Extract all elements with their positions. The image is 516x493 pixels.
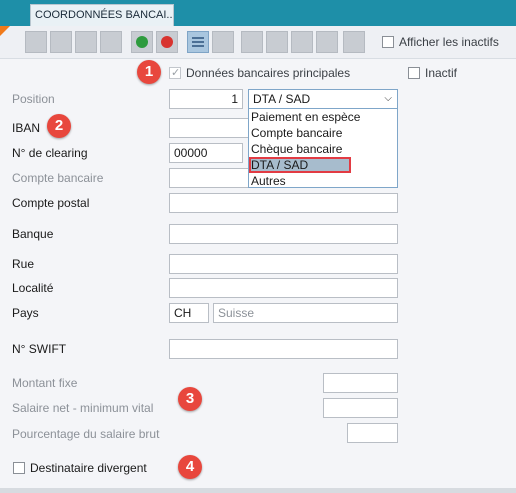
iban-label: IBAN xyxy=(12,121,41,135)
inactive-checkbox[interactable] xyxy=(408,67,420,79)
iban-input[interactable] xyxy=(169,118,249,138)
bank-account-label: Compte bancaire xyxy=(12,171,104,185)
position-input[interactable]: 1 xyxy=(169,89,243,109)
show-inactive-label: Afficher les inactifs xyxy=(399,35,499,49)
option-dta-sad[interactable]: DTA / SAD xyxy=(249,157,351,173)
clearing-input[interactable]: 00000 xyxy=(169,143,243,163)
corner-marker xyxy=(0,26,10,36)
toolbar-button-11[interactable] xyxy=(291,31,313,53)
net-salary-min-label: Salaire net - minimum vital xyxy=(12,401,154,415)
locality-label: Localité xyxy=(12,281,54,295)
show-inactive-checkbox[interactable] xyxy=(382,36,394,48)
position-label: Position xyxy=(12,92,55,106)
main-bank-data-checkbox[interactable]: ✓ xyxy=(169,67,181,79)
payment-type-dropdown: Paiement en espèce Compte bancaire Chèqu… xyxy=(248,108,398,188)
list-view-button[interactable] xyxy=(187,31,209,53)
tab-bank-details[interactable]: COORDONNÉES BANCAI... xyxy=(30,4,174,26)
option-cash[interactable]: Paiement en espèce xyxy=(249,109,397,125)
callout-badge-4: 4 xyxy=(178,455,202,479)
toolbar-button-8[interactable] xyxy=(212,31,234,53)
chevron-down-icon: ⌵ xyxy=(384,93,392,104)
option-bank-account[interactable]: Compte bancaire xyxy=(249,125,397,141)
main-bank-data-label: Données bancaires principales xyxy=(186,66,351,80)
toolbar-button-3[interactable] xyxy=(75,31,97,53)
toolbar-button-4[interactable] xyxy=(100,31,122,53)
net-salary-min-input[interactable] xyxy=(323,398,398,418)
toolbar-button-1[interactable] xyxy=(25,31,47,53)
close-icon xyxy=(161,36,173,48)
callout-badge-1: 1 xyxy=(137,60,161,84)
toolbar-button-10[interactable] xyxy=(266,31,288,53)
different-recipient-label: Destinataire divergent xyxy=(30,461,147,475)
callout-badge-3: 3 xyxy=(178,387,202,411)
postal-account-label: Compte postal xyxy=(12,196,90,210)
clearing-label: N° de clearing xyxy=(12,146,88,160)
toolbar-button-2[interactable] xyxy=(50,31,72,53)
option-other[interactable]: Autres xyxy=(249,173,397,189)
gross-percentage-label: Pourcentage du salaire brut xyxy=(12,427,160,441)
bank-label: Banque xyxy=(12,227,54,241)
fixed-amount-input[interactable] xyxy=(323,373,398,393)
country-label: Pays xyxy=(12,306,39,320)
cancel-button[interactable] xyxy=(156,31,178,53)
swift-label: N° SWIFT xyxy=(12,342,67,356)
bank-account-input[interactable] xyxy=(169,168,249,188)
toolbar-button-9[interactable] xyxy=(241,31,263,53)
country-code-input[interactable]: CH xyxy=(169,303,209,323)
postal-account-input[interactable] xyxy=(169,193,398,213)
list-icon xyxy=(192,37,204,47)
toolbar-button-13[interactable] xyxy=(343,31,365,53)
check-icon xyxy=(136,36,148,48)
callout-badge-2: 2 xyxy=(47,114,71,138)
swift-input[interactable] xyxy=(169,339,398,359)
bottom-bar xyxy=(0,488,516,493)
street-input[interactable] xyxy=(169,254,398,274)
bank-input[interactable] xyxy=(169,224,398,244)
save-button[interactable] xyxy=(131,31,153,53)
payment-type-value: DTA / SAD xyxy=(253,92,311,106)
locality-input[interactable] xyxy=(169,278,398,298)
fixed-amount-label: Montant fixe xyxy=(12,376,78,390)
payment-type-select[interactable]: DTA / SAD ⌵ xyxy=(248,89,398,109)
country-name-field: Suisse xyxy=(213,303,398,323)
checkmark-icon: ✓ xyxy=(171,67,181,79)
gross-percentage-input[interactable] xyxy=(347,423,398,443)
option-bank-cheque[interactable]: Chèque bancaire xyxy=(249,141,397,157)
different-recipient-checkbox[interactable] xyxy=(13,462,25,474)
inactive-label: Inactif xyxy=(425,66,458,80)
toolbar-button-12[interactable] xyxy=(316,31,338,53)
street-label: Rue xyxy=(12,257,35,271)
